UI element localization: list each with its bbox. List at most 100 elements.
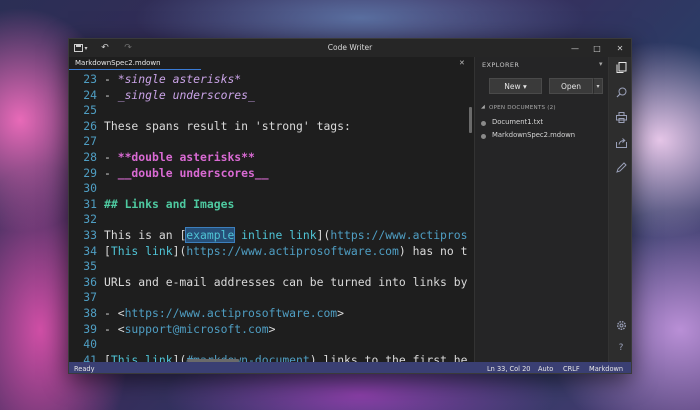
line-number: 26 — [83, 118, 97, 133]
minimize-button[interactable]: — — [565, 40, 585, 56]
code-line[interactable]: [This link](#markdown-document) links to… — [104, 353, 468, 362]
code-token: ]( — [172, 352, 187, 362]
indent-mode[interactable]: Auto — [538, 365, 553, 373]
cursor-position[interactable]: Ln 33, Col 20 — [487, 365, 531, 373]
code-token: - — [104, 87, 118, 102]
code-token: ]( — [172, 243, 187, 258]
code-line[interactable]: - <support@microsoft.com> — [104, 322, 275, 336]
document-dot-icon — [481, 133, 486, 139]
window-title: Code Writer — [327, 43, 373, 52]
document-item[interactable]: MarkdownSpec2.mdown — [481, 131, 605, 142]
code-token: - — [104, 72, 118, 86]
line-endings[interactable]: CRLF — [563, 365, 580, 373]
line-number: 25 — [83, 103, 97, 118]
code-editor[interactable]: 23- *single asterisks* 24- _single unders… — [69, 71, 473, 362]
document-item[interactable]: Document1.txt — [481, 118, 605, 129]
code-token: ## Links and Images — [104, 196, 235, 211]
code-token: - — [104, 150, 118, 164]
tab-close-icon[interactable]: ✕ — [459, 59, 465, 67]
document-tab-bar: MarkdownSpec2.mdown ✕ — [69, 57, 473, 70]
code-line[interactable]: - **double asterisks** — [104, 150, 255, 164]
code-token: [ — [104, 243, 111, 258]
line-number: 38 — [83, 306, 97, 320]
code-token: [ — [104, 352, 111, 362]
code-token: URLs and e-mail addresses can be turned … — [104, 274, 468, 289]
code-token: ) links to the first he — [309, 352, 468, 362]
code-token: inline link — [234, 228, 317, 242]
code-line[interactable]: This is an [example inline link](https:/… — [104, 227, 468, 243]
explorer-title: EXPLORER — [482, 61, 520, 69]
code-token: This link — [110, 243, 173, 258]
print-icon[interactable] — [615, 111, 627, 123]
open-documents-header[interactable]: ◢ OPEN DOCUMENTS (2) — [477, 103, 607, 113]
line-number: 37 — [83, 290, 97, 305]
search-icon[interactable] — [615, 86, 627, 98]
code-token: https://www.actiprosoftware.com — [186, 243, 399, 258]
code-writer-window: ▾ ↶ ↷ Code Writer — □ ✕ MarkdownSpec2.md… — [68, 38, 632, 374]
code-line[interactable]: - *single asterisks* — [104, 72, 241, 86]
code-token: https://www.actiprosoftware.com — [124, 306, 338, 320]
collapse-chevron-icon: ◢ — [481, 104, 485, 110]
line-number: 27 — [83, 134, 97, 149]
code-token: - < — [104, 321, 125, 336]
open-documents-label: OPEN DOCUMENTS (2) — [489, 104, 556, 111]
code-token: support@microsoft.com — [124, 321, 269, 336]
line-number: 30 — [83, 181, 97, 196]
code-token: *single asterisks* — [117, 72, 242, 86]
code-token: > — [337, 306, 345, 320]
title-bar: ▾ ↶ ↷ Code Writer — □ ✕ — [69, 39, 631, 57]
maximize-button[interactable]: □ — [587, 40, 607, 56]
code-line[interactable]: - <https://www.actiprosoftware.com> — [104, 306, 344, 320]
line-number: 36 — [83, 274, 97, 289]
code-token: **double asterisks** — [117, 150, 255, 164]
line-number: 34 — [83, 243, 97, 258]
line-number: 41 — [83, 352, 97, 362]
language-mode[interactable]: Markdown — [589, 365, 623, 373]
close-window-button[interactable]: ✕ — [610, 40, 630, 56]
document-name: Document1.txt — [492, 118, 544, 126]
code-line[interactable]: - __double underscores__ — [104, 166, 269, 180]
code-line[interactable]: - _single underscores_ — [104, 88, 255, 102]
documents-icon[interactable] — [615, 61, 627, 73]
line-number: 33 — [83, 228, 97, 242]
line-number: 24 — [83, 87, 97, 102]
pen-icon[interactable] — [615, 161, 627, 173]
line-number: 31 — [83, 196, 97, 211]
tab-markdownspec2[interactable]: MarkdownSpec2.mdown — [69, 57, 201, 70]
line-number: 29 — [83, 165, 97, 180]
share-icon[interactable] — [615, 136, 627, 148]
code-token: https://www.actipros — [330, 228, 468, 242]
settings-icon[interactable] — [615, 319, 627, 331]
code-token: - < — [104, 306, 125, 320]
line-number: 40 — [83, 337, 97, 352]
side-toolbar: ? — [608, 57, 631, 362]
code-token: > — [268, 321, 276, 336]
code-token: ]( — [316, 228, 331, 242]
document-dot-icon — [481, 120, 486, 126]
code-token: __double underscores__ — [117, 165, 269, 180]
status-bar: Ready Ln 33, Col 20 Auto CRLF Markdown — [69, 362, 631, 373]
code-line[interactable]: URLs and e-mail addresses can be turned … — [104, 275, 467, 289]
code-token: - — [104, 165, 118, 180]
code-line[interactable]: ## Links and Images — [104, 197, 234, 211]
line-number: 32 — [83, 212, 97, 227]
code-token: This is an — [104, 228, 180, 242]
status-ready: Ready — [74, 365, 95, 373]
code-token: This link — [110, 352, 173, 362]
line-number: 23 — [83, 72, 97, 86]
open-button[interactable]: Open — [549, 78, 593, 94]
code-line[interactable]: [This link](https://www.actiprosoftware.… — [104, 244, 467, 258]
vertical-scrollbar[interactable] — [469, 107, 472, 133]
explorer-options-icon[interactable]: ▾ — [599, 60, 603, 68]
code-token: example — [185, 227, 236, 243]
help-icon[interactable]: ? — [615, 342, 627, 354]
line-number: 39 — [83, 321, 97, 336]
tab-label: MarkdownSpec2.mdown — [75, 59, 161, 67]
new-button[interactable]: New ▾ — [489, 78, 542, 94]
code-line[interactable]: These spans result in 'strong' tags: — [104, 119, 351, 133]
explorer-panel: EXPLORER ▾ New ▾ Open ▾ ◢ OPEN DOCUMENTS… — [474, 57, 608, 362]
code-token: _single underscores_ — [117, 87, 255, 102]
open-dropdown-button[interactable]: ▾ — [593, 78, 603, 94]
code-token: These spans result in 'strong' tags: — [104, 118, 351, 133]
code-token: ) has no t — [398, 243, 468, 258]
